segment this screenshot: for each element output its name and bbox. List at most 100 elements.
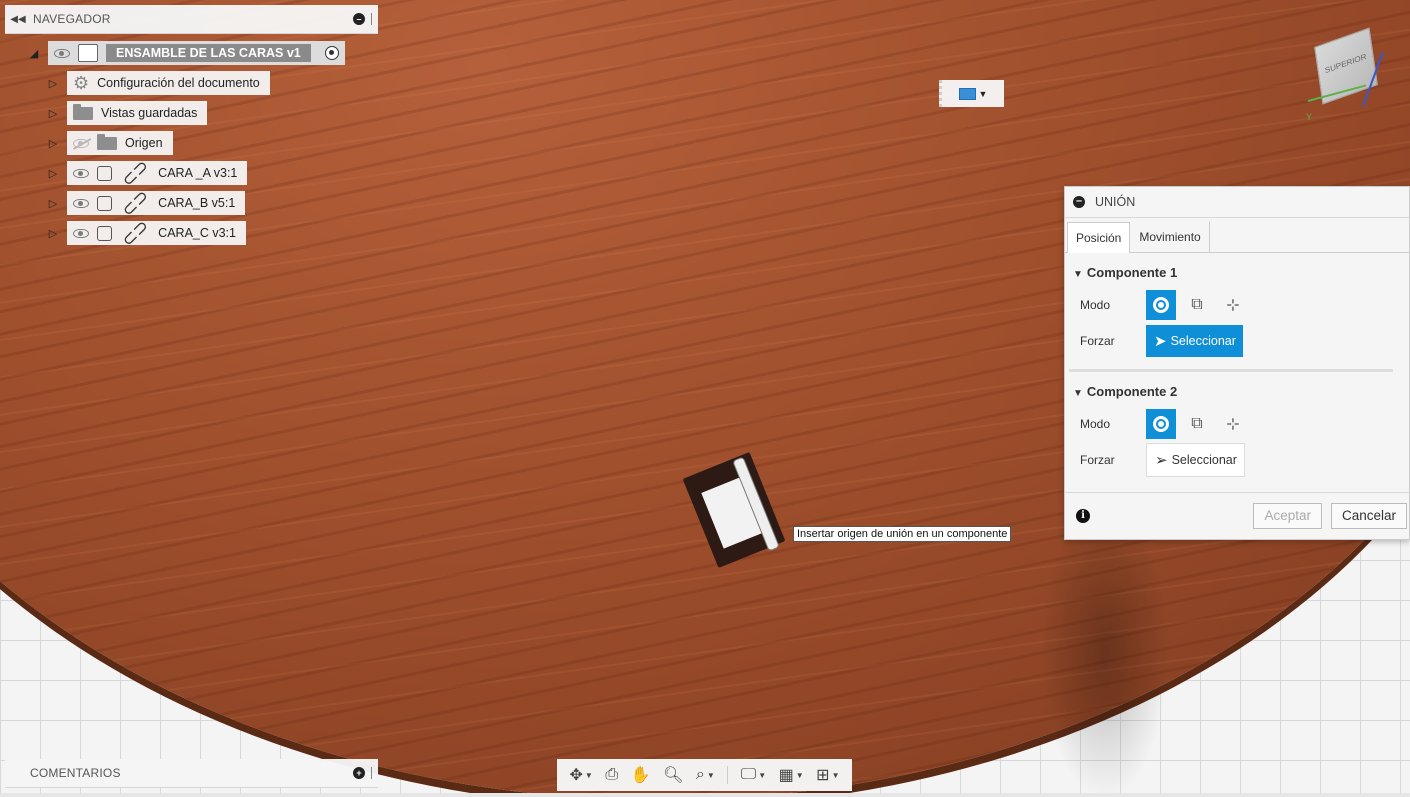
expand-arrow-icon[interactable]: ▷ — [45, 227, 61, 240]
tree-item-label: Vistas guardadas — [101, 106, 198, 120]
tree-pill[interactable]: ⚙ Configuración del documento — [67, 71, 270, 95]
pan-button[interactable]: ✋ — [631, 765, 651, 785]
eye-icon[interactable] — [73, 168, 89, 178]
tree-root-row[interactable]: ◢ ENSAMBLE DE LAS CARAS v1 — [26, 41, 345, 65]
eye-hidden-icon[interactable] — [73, 138, 89, 148]
collapse-triangle-icon[interactable]: ▼ — [1073, 388, 1083, 399]
tab-position[interactable]: Posición — [1067, 222, 1131, 253]
zoom-button[interactable]: 🔍︎ — [663, 765, 683, 785]
orbit-button[interactable]: ✥ ▼ — [570, 765, 593, 785]
minimize-icon[interactable]: – — [353, 13, 365, 25]
eye-icon[interactable] — [54, 48, 70, 58]
two-edge-intersection-button[interactable]: ⊹ — [1218, 409, 1248, 439]
dialog-title: UNIÓN — [1095, 195, 1136, 209]
toolbar-separator — [727, 766, 729, 784]
mode-label: Modo — [1080, 298, 1111, 312]
info-icon[interactable]: i — [1076, 509, 1090, 523]
two-faces-icon: ⧉ — [1191, 415, 1203, 432]
collapse-triangle-icon[interactable]: ▼ — [1073, 269, 1083, 280]
component2-section-title[interactable]: ▼ Componente 2 — [1065, 372, 1409, 406]
tab-motion[interactable]: Movimiento — [1130, 221, 1210, 252]
cancel-button[interactable]: Cancelar — [1330, 503, 1407, 529]
expand-arrow-icon[interactable]: ▷ — [45, 77, 61, 90]
expand-arrow-icon[interactable]: ▷ — [45, 197, 61, 210]
look-at-icon: ⎙ — [605, 766, 619, 783]
expand-triangle-icon[interactable]: ◢ — [26, 47, 42, 60]
chevron-down-icon[interactable]: ▼ — [707, 771, 715, 780]
panel-grip-icon[interactable] — [371, 767, 374, 779]
component1-snap-row: Forzar ➤ Seleccionar — [1065, 323, 1409, 359]
component-icon — [97, 165, 112, 181]
component2-mode-row: Modo ⧉ ⊹ — [1065, 406, 1409, 442]
tree-pill[interactable]: Vistas guardadas — [67, 101, 208, 125]
force-label: Forzar — [1080, 453, 1115, 467]
snap-icon — [1153, 416, 1169, 432]
tree-item-config[interactable]: ▷ ⚙ Configuración del documento — [45, 71, 270, 95]
chevron-down-icon[interactable]: ▼ — [758, 771, 766, 780]
collapse-left-icon[interactable]: ◀◀ — [7, 14, 29, 25]
accept-button[interactable]: Aceptar — [1253, 503, 1322, 529]
activate-radio-icon[interactable] — [324, 46, 339, 60]
navigator-title: NAVEGADOR — [33, 12, 111, 26]
expand-arrow-icon[interactable]: ▷ — [45, 107, 61, 120]
component-icon — [97, 195, 112, 211]
tree-item-label: Configuración del documento — [97, 76, 260, 90]
snap-mode-button[interactable] — [1146, 290, 1176, 320]
grid-settings-button[interactable]: ▦ ▼ — [779, 765, 804, 785]
look-at-button[interactable]: ⎙ — [605, 766, 618, 784]
intersection-icon: ⊹ — [1226, 416, 1240, 433]
chevron-down-icon[interactable]: ▼ — [585, 771, 593, 780]
dialog-header: – UNIÓN — [1065, 187, 1409, 218]
folder-icon — [73, 103, 93, 120]
viewports-button[interactable]: ⊞ ▼ — [816, 765, 839, 785]
y-axis-label: Y — [1306, 112, 1313, 122]
assembly-icon — [78, 44, 98, 62]
panel-grip-icon[interactable] — [371, 13, 374, 25]
select-button-2[interactable]: ➢ Seleccionar — [1146, 443, 1245, 477]
union-dialog: – UNIÓN Posición Movimiento ▼ Componente … — [1064, 186, 1410, 540]
navigator-header: ◀◀ NAVEGADOR – — [5, 5, 378, 34]
comments-header: COMENTARIOS + — [5, 759, 378, 788]
tree-item-origin[interactable]: ▷ Origen — [45, 131, 173, 155]
chevron-down-icon[interactable]: ▼ — [832, 771, 840, 780]
mode-label: Modo — [1080, 417, 1111, 431]
zoom-window-icon: ⌕ — [695, 766, 705, 783]
tree-root-pill[interactable]: ENSAMBLE DE LAS CARAS v1 — [48, 41, 345, 65]
expand-arrow-icon[interactable]: ▷ — [45, 137, 61, 150]
select-button-1[interactable]: ➤ Seleccionar — [1146, 325, 1243, 357]
dialog-footer: i Aceptar Cancelar — [1065, 492, 1409, 539]
component1-mode-row: Modo ⧉ ⊹ — [1065, 287, 1409, 323]
display-settings-toolbar[interactable]: ▼ — [939, 80, 1004, 107]
tree-pill[interactable]: ⊂⊃ CARA_B v5:1 — [67, 185, 246, 221]
orbit-icon: ✥ — [569, 767, 583, 784]
eye-icon[interactable] — [73, 198, 89, 208]
expand-arrow-icon[interactable]: ▷ — [45, 167, 61, 180]
tree-item-cara-c[interactable]: ▷ ⊂⊃ CARA_C v3:1 — [45, 215, 246, 251]
between-two-faces-button[interactable]: ⧉ — [1182, 290, 1212, 320]
chevron-down-icon[interactable]: ▼ — [796, 771, 804, 780]
zoom-icon: 🔍︎ — [663, 767, 684, 784]
snap-mode-button[interactable] — [1146, 409, 1176, 439]
tree-item-cara-a[interactable]: ▷ ⊂⊃ CARA _A v3:1 — [45, 155, 248, 191]
root-label: ENSAMBLE DE LAS CARAS v1 — [106, 44, 311, 62]
eye-icon[interactable] — [73, 228, 89, 238]
between-two-faces-button[interactable]: ⧉ — [1182, 409, 1212, 439]
tree-item-label: Origen — [125, 136, 163, 150]
two-edge-intersection-button[interactable]: ⊹ — [1218, 290, 1248, 320]
tree-pill[interactable]: ⊂⊃ CARA _A v3:1 — [67, 155, 248, 191]
tooltip: Insertar origen de unión en un component… — [793, 526, 1012, 542]
fit-button[interactable]: ⌕ ▼ — [696, 766, 715, 784]
collapse-dialog-icon[interactable]: – — [1073, 196, 1085, 208]
tree-item-label: CARA _A v3:1 — [158, 166, 238, 180]
two-faces-icon: ⧉ — [1191, 296, 1203, 313]
tree-pill[interactable]: ⊂⊃ CARA_C v3:1 — [67, 215, 246, 251]
display-icon[interactable] — [958, 87, 976, 100]
chevron-down-icon[interactable]: ▼ — [979, 89, 988, 99]
add-comment-icon[interactable]: + — [353, 767, 365, 779]
component1-section-title[interactable]: ▼ Componente 1 — [1065, 253, 1409, 287]
tree-pill[interactable]: Origen — [67, 131, 173, 155]
tree-item-cara-b[interactable]: ▷ ⊂⊃ CARA_B v5:1 — [45, 185, 246, 221]
viewcube[interactable]: SUPERIOR Y — [1306, 27, 1386, 122]
display-settings-button[interactable]: 🖵 ▼ — [741, 766, 766, 784]
tree-item-saved-views[interactable]: ▷ Vistas guardadas — [45, 101, 208, 125]
